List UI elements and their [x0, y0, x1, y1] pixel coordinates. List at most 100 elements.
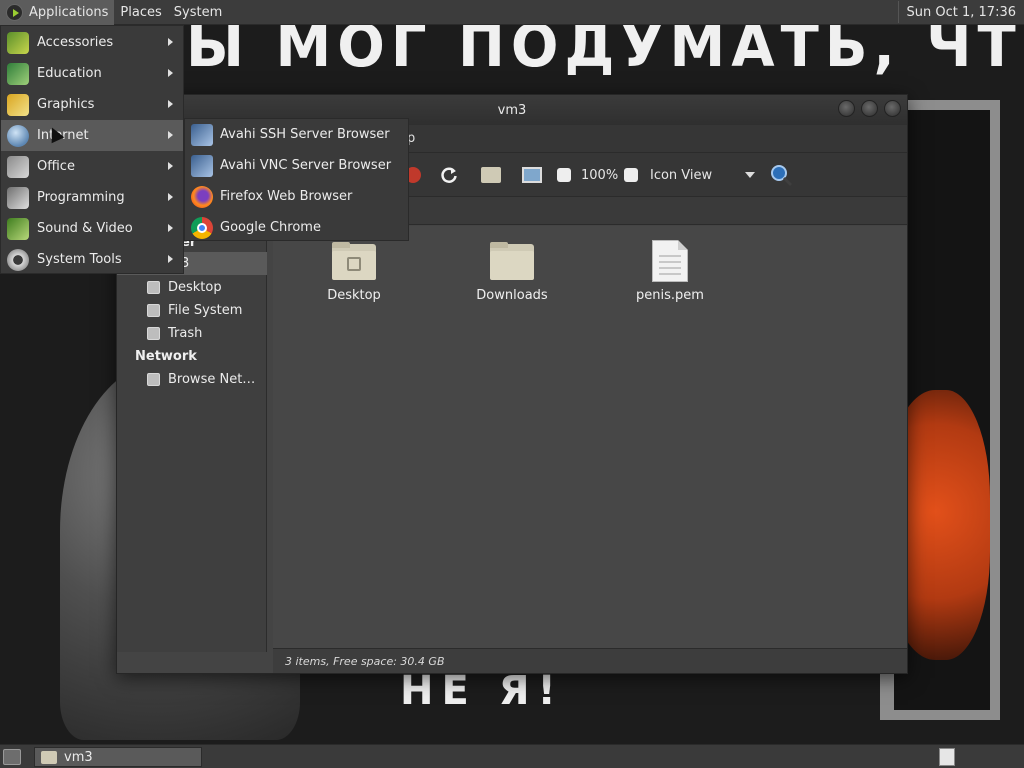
sidebar-heading-network: Network	[135, 349, 197, 364]
search-icon	[771, 165, 793, 187]
file-item-downloads[interactable]: Downloads	[457, 242, 567, 303]
applications-logo-icon	[6, 3, 23, 21]
reload-button[interactable]	[439, 164, 459, 186]
menu-item-accessories[interactable]: Accessories	[1, 27, 183, 58]
submenu-item-google-chrome[interactable]: Google Chrome	[185, 212, 408, 243]
wallpaper-text-bottom: НЕ Я!	[400, 668, 564, 714]
menu-item-office[interactable]: Office	[1, 151, 183, 182]
places-menu-button[interactable]: Places	[114, 0, 167, 25]
window-title: vm3	[497, 102, 527, 118]
submenu-arrow-icon	[168, 255, 173, 263]
applications-label: Applications	[29, 4, 109, 20]
home-button[interactable]	[481, 164, 501, 186]
submenu-item-avahi-ssh[interactable]: Avahi SSH Server Browser	[185, 119, 408, 150]
view-mode-label: Icon View	[650, 167, 713, 183]
avahi-vnc-icon	[191, 154, 213, 177]
submenu-item-firefox[interactable]: Firefox Web Browser	[185, 181, 408, 212]
window-controls	[838, 100, 901, 117]
sound-video-icon	[7, 217, 29, 240]
trash-icon	[147, 327, 160, 340]
top-panel: Applications Places System Sun Oct 1, 17…	[0, 0, 1024, 25]
firefox-icon	[191, 185, 213, 208]
sidebar-item-desktop[interactable]: Desktop	[117, 276, 267, 299]
document-icon	[652, 240, 688, 282]
computer-button[interactable]	[522, 164, 542, 186]
menu-item-education[interactable]: Education	[1, 58, 183, 89]
submenu-arrow-icon	[168, 162, 173, 170]
menu-item-label: Graphics	[37, 97, 95, 112]
menu-item-label: Education	[37, 66, 102, 81]
menu-item-label: System Tools	[37, 252, 122, 267]
submenu-item-label: Avahi SSH Server Browser	[220, 127, 390, 142]
folder-icon	[41, 750, 57, 764]
accessories-icon	[7, 31, 29, 54]
sidebar-item-label: Browse Net…	[168, 372, 256, 387]
drive-icon	[147, 304, 160, 317]
submenu-arrow-icon	[168, 193, 173, 201]
zoom-level: 100%	[581, 167, 619, 183]
applications-menu-button[interactable]: Applications	[0, 0, 115, 25]
desktop-icon	[147, 281, 160, 294]
submenu-item-label: Avahi VNC Server Browser	[220, 158, 392, 173]
menu-item-sound-video[interactable]: Sound & Video	[1, 213, 183, 244]
submenu-arrow-icon	[168, 224, 173, 232]
folder-icon	[332, 242, 376, 280]
submenu-arrow-icon	[168, 38, 173, 46]
file-item-desktop[interactable]: Desktop	[299, 242, 409, 303]
file-item-penis-pem[interactable]: penis.pem	[615, 240, 725, 303]
view-mode-select[interactable]: Icon View	[650, 164, 755, 186]
clock[interactable]: Sun Oct 1, 17:36	[899, 5, 1024, 20]
close-button[interactable]	[884, 100, 901, 117]
zoom-in-icon	[624, 168, 638, 182]
system-tools-icon	[7, 248, 29, 271]
places-sidebar: er 3 Desktop File System Trash Network B…	[117, 226, 267, 652]
file-view: Desktop Downloads penis.pem	[273, 226, 907, 648]
zoom-in-button[interactable]	[624, 164, 638, 186]
menu-item-label: Programming	[37, 190, 125, 205]
chrome-icon	[191, 216, 213, 239]
internet-submenu: Avahi SSH Server Browser Avahi VNC Serve…	[184, 118, 409, 241]
reload-icon	[441, 167, 457, 183]
home-folder-icon	[481, 167, 501, 183]
menu-item-system-tools[interactable]: System Tools	[1, 244, 183, 275]
minimize-button[interactable]	[838, 100, 855, 117]
sidebar-item-label: Desktop	[168, 280, 222, 295]
submenu-arrow-icon	[168, 131, 173, 139]
taskbar-item-vm3[interactable]: vm3	[34, 747, 202, 767]
zoom-out-icon	[557, 168, 571, 182]
sidebar-item-label: Trash	[168, 326, 203, 341]
places-label: Places	[120, 4, 162, 20]
sidebar-item-trash[interactable]: Trash	[117, 322, 267, 345]
menu-item-graphics[interactable]: Graphics	[1, 89, 183, 120]
search-button[interactable]	[769, 164, 793, 187]
bottom-panel: vm3	[0, 744, 1024, 768]
programming-icon	[7, 186, 29, 209]
show-desktop-button[interactable]	[3, 749, 21, 765]
submenu-item-label: Firefox Web Browser	[220, 189, 353, 204]
system-label: System	[173, 4, 223, 20]
network-icon	[147, 373, 160, 386]
submenu-item-avahi-vnc[interactable]: Avahi VNC Server Browser	[185, 150, 408, 181]
sidebar-item-file-system[interactable]: File System	[117, 299, 267, 322]
menu-item-label: Sound & Video	[37, 221, 133, 236]
system-menu-button[interactable]: System	[168, 0, 228, 25]
folder-icon	[490, 242, 534, 280]
file-item-label: Desktop	[327, 288, 381, 303]
zoom-out-button[interactable]	[557, 164, 571, 186]
maximize-button[interactable]	[861, 100, 878, 117]
submenu-item-label: Google Chrome	[220, 220, 321, 235]
education-icon	[7, 62, 29, 85]
internet-icon	[7, 124, 29, 147]
chevron-down-icon	[745, 172, 755, 178]
menu-item-label: Accessories	[37, 35, 114, 50]
office-icon	[7, 155, 29, 178]
submenu-arrow-icon	[168, 100, 173, 108]
taskbar-item-label: vm3	[64, 749, 93, 765]
sidebar-item-browse-network[interactable]: Browse Net…	[117, 368, 267, 391]
computer-icon	[522, 167, 542, 183]
menu-item-internet[interactable]: Internet	[1, 120, 183, 151]
submenu-arrow-icon	[168, 69, 173, 77]
menu-item-programming[interactable]: Programming	[1, 182, 183, 213]
workspace-switcher[interactable]	[939, 748, 955, 766]
status-bar: 3 items, Free space: 30.4 GB	[273, 648, 907, 673]
